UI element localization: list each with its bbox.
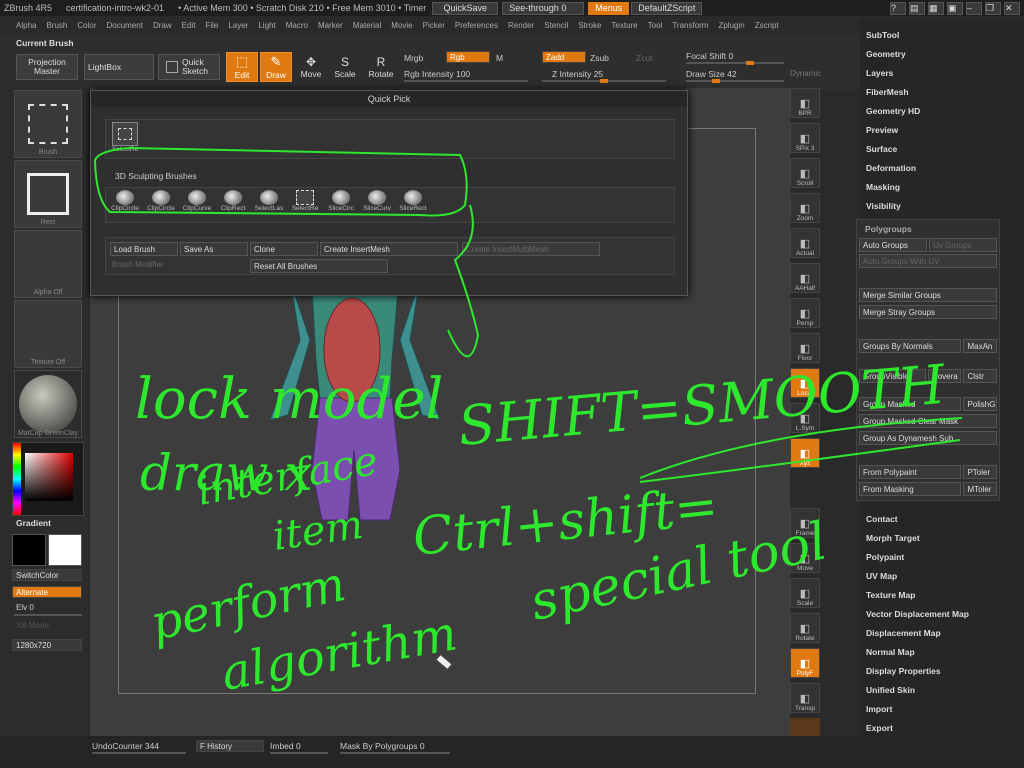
annotation-overlay: lock model draw x interface item perform… [93,146,963,702]
note-item: item [270,502,366,560]
note-shift-smooth: SHIFT=SMOOTH [456,353,949,458]
note-lock-model: lock model [135,367,443,432]
brush-highlight-loop [93,146,468,217]
annotation-stroke [447,204,480,358]
